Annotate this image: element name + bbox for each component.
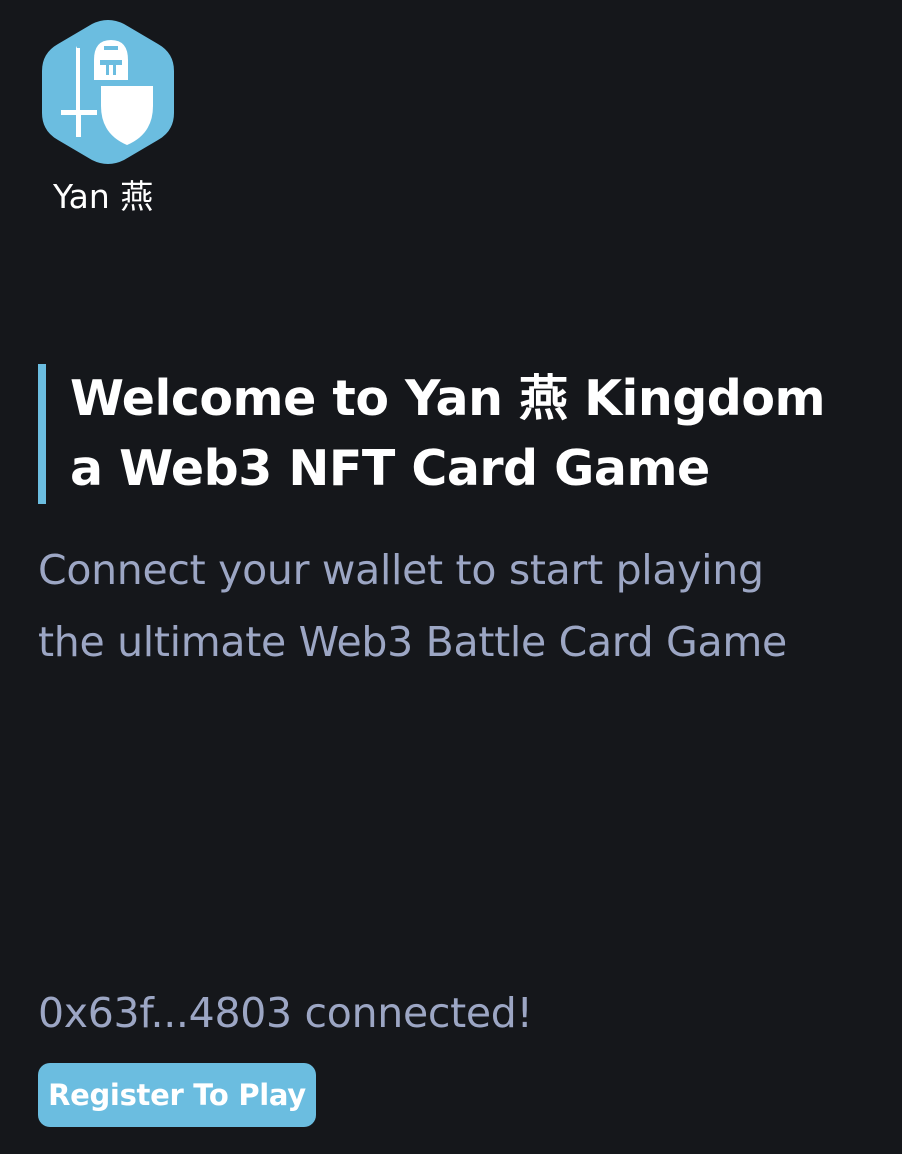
register-to-play-button[interactable]: Register To Play	[38, 1063, 316, 1127]
hero-subtitle-line2: the ultimate Web3 Battle Card Game	[38, 618, 787, 666]
logo[interactable]: Yan 燕	[40, 18, 176, 216]
hero-subtitle: Connect your wallet to start playing the…	[38, 534, 787, 678]
page: Yan 燕 Welcome to Yan 燕 Kingdom a Web3 NF…	[0, 0, 902, 1154]
hero-heading-line2: a Web3 NFT Card Game	[70, 440, 710, 497]
brand-name: Yan 燕	[53, 177, 154, 216]
wallet-status: 0x63f...4803 connected!	[38, 989, 533, 1037]
hero-subtitle-line1: Connect your wallet to start playing	[38, 546, 764, 594]
knight-logo-icon	[42, 20, 174, 164]
hero-heading: Welcome to Yan 燕 Kingdom a Web3 NFT Card…	[38, 364, 826, 504]
hero-heading-line1: Welcome to Yan 燕 Kingdom	[70, 370, 826, 427]
